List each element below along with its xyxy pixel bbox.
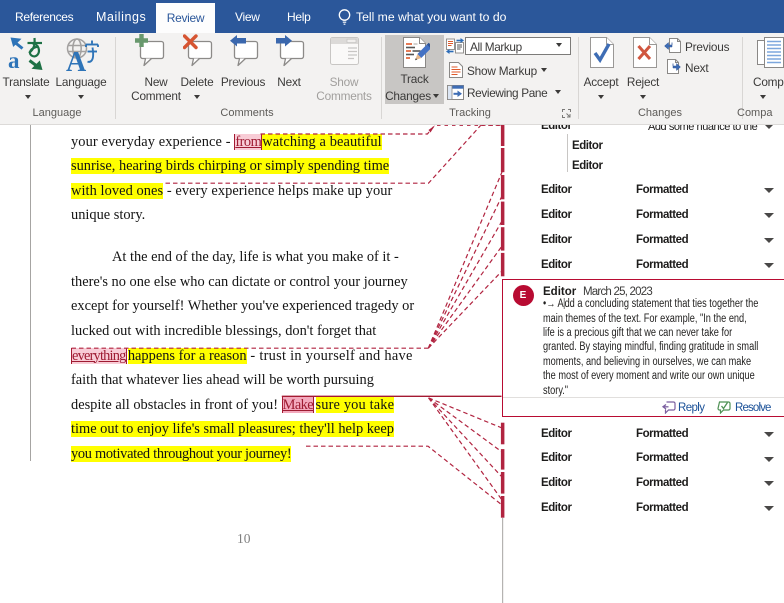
svg-text:A: A (66, 47, 87, 73)
svg-text:a: a (8, 48, 20, 71)
